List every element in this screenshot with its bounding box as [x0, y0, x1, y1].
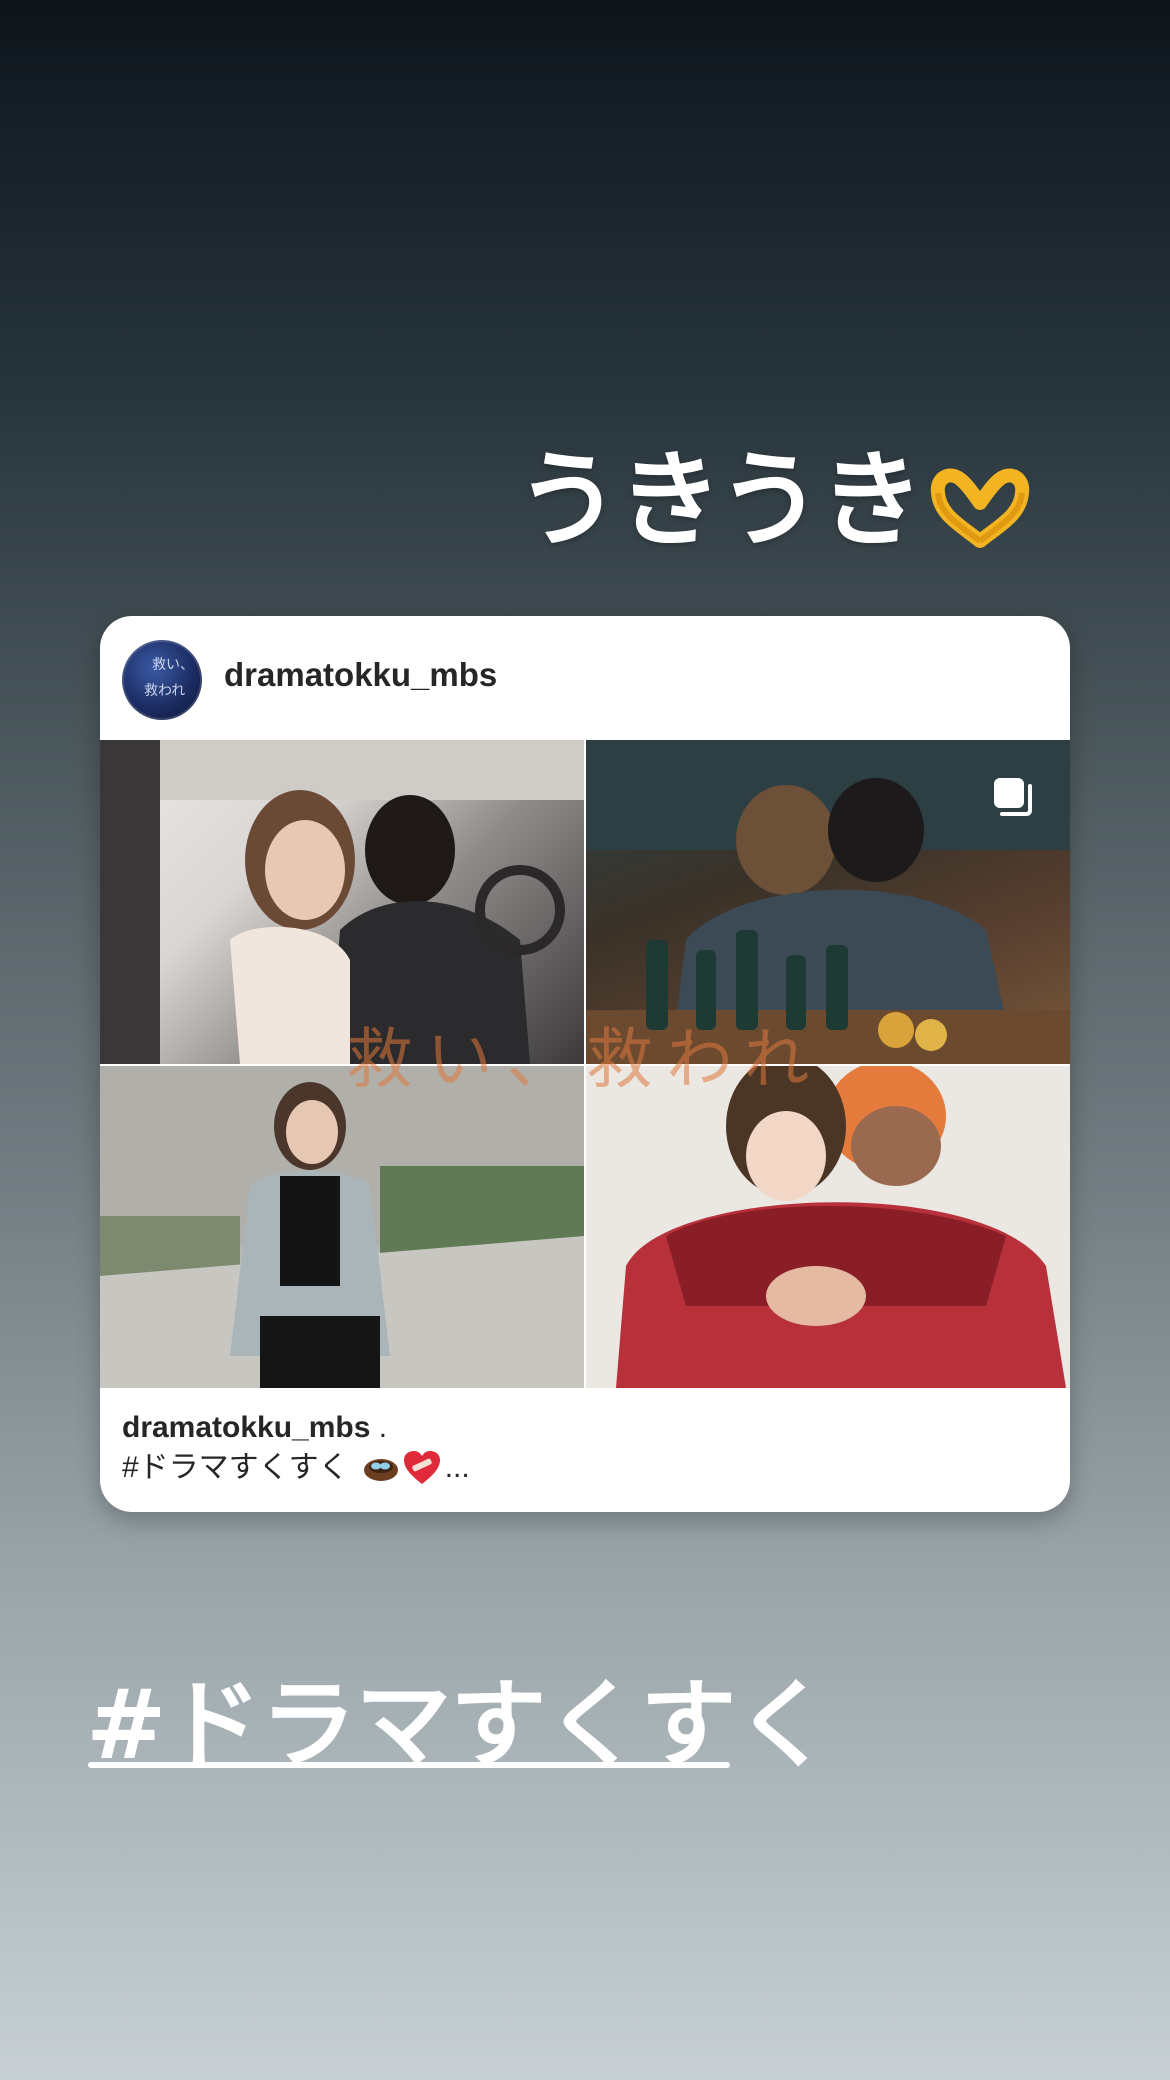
- caption-username[interactable]: dramatokku_mbs: [122, 1411, 370, 1444]
- post-card[interactable]: 救い、 救われ dramatokku_mbs 救い、救われ dramatokku…: [100, 616, 1070, 1512]
- overlay-title: 救い、救われ: [346, 1021, 824, 1098]
- caption-more[interactable]: ...: [445, 1448, 470, 1488]
- post-header[interactable]: 救い、 救われ dramatokku_mbs: [100, 616, 1070, 740]
- post-caption[interactable]: dramatokku_mbs . #ドラマすくすく ...: [122, 1408, 1042, 1488]
- heart-hands-emoji-icon: [930, 468, 1029, 548]
- story-text: うきうき: [516, 440, 1034, 560]
- caption-suffix: .: [370, 1411, 388, 1444]
- mending-heart-icon: [403, 1451, 440, 1484]
- avatar[interactable]: 救い、 救われ: [122, 640, 202, 720]
- nest-with-eggs-icon: [363, 1459, 398, 1481]
- story-text-label: うきうき: [516, 439, 924, 561]
- avatar-text-1: 救い、: [152, 657, 194, 673]
- photo-hug-scene: [586, 1066, 1070, 1388]
- carousel-icon: [994, 778, 1032, 816]
- post-username[interactable]: dramatokku_mbs: [224, 656, 497, 694]
- caption-line-1: dramatokku_mbs .: [122, 1408, 1042, 1448]
- caption-line-2: #ドラマすくすく ...: [122, 1448, 1042, 1488]
- avatar-text-2: 救われ: [144, 683, 186, 699]
- post-image-collage[interactable]: 救い、救われ: [100, 740, 1070, 1388]
- street-scene-illustration: [100, 1066, 584, 1388]
- hug-scene-illustration: [586, 1066, 1070, 1388]
- photo-street-scene: [100, 1066, 584, 1388]
- hashtag-underline: [88, 1762, 730, 1768]
- caption-hashtag[interactable]: #ドラマすくすく: [122, 1448, 349, 1488]
